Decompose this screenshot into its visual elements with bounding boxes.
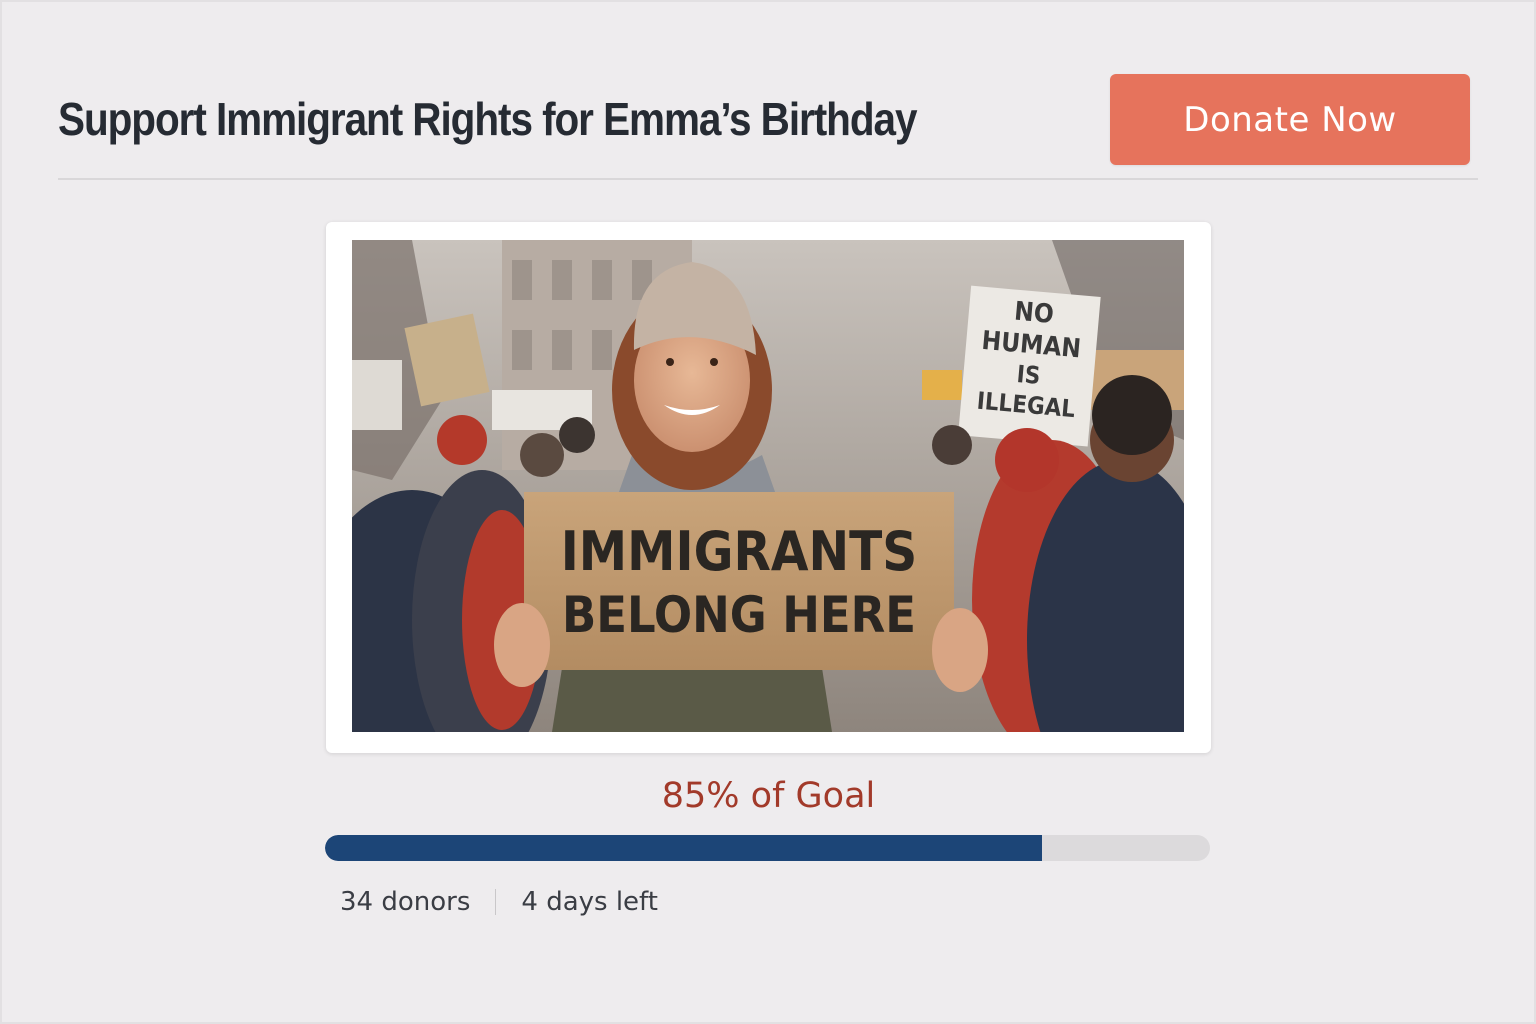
donate-now-button[interactable]: Donate Now	[1110, 74, 1470, 165]
campaign-photo: NO HUMAN IS ILLEGAL IMMIGRANTS BELONG HE…	[352, 240, 1184, 732]
campaign-stats: 34 donors 4 days left	[340, 884, 658, 920]
svg-text:IMMIGRANTS: IMMIGRANTS	[561, 520, 918, 583]
svg-text:NO: NO	[1013, 297, 1055, 330]
campaign-photo-card: NO HUMAN IS ILLEGAL IMMIGRANTS BELONG HE…	[326, 222, 1211, 753]
page-title: Support Immigrant Rights for Emma’s Birt…	[58, 93, 917, 145]
progress-bar-fill	[325, 835, 1042, 861]
svg-text:IS: IS	[1016, 360, 1042, 390]
days-left: 4 days left	[521, 887, 658, 917]
donor-count: 34 donors	[340, 887, 471, 917]
progress-bar	[325, 835, 1210, 861]
header-divider	[58, 178, 1478, 180]
progress-label: 85% of Goal	[661, 776, 876, 816]
protest-photo-illustration: NO HUMAN IS ILLEGAL IMMIGRANTS BELONG HE…	[352, 240, 1184, 732]
page-header: Support Immigrant Rights for Emma’s Birt…	[58, 74, 1478, 179]
svg-text:BELONG HERE: BELONG HERE	[562, 586, 916, 644]
main-sign: IMMIGRANTS BELONG HERE	[524, 492, 954, 670]
back-sign: NO HUMAN IS ILLEGAL	[958, 285, 1101, 447]
stats-divider	[495, 889, 497, 915]
